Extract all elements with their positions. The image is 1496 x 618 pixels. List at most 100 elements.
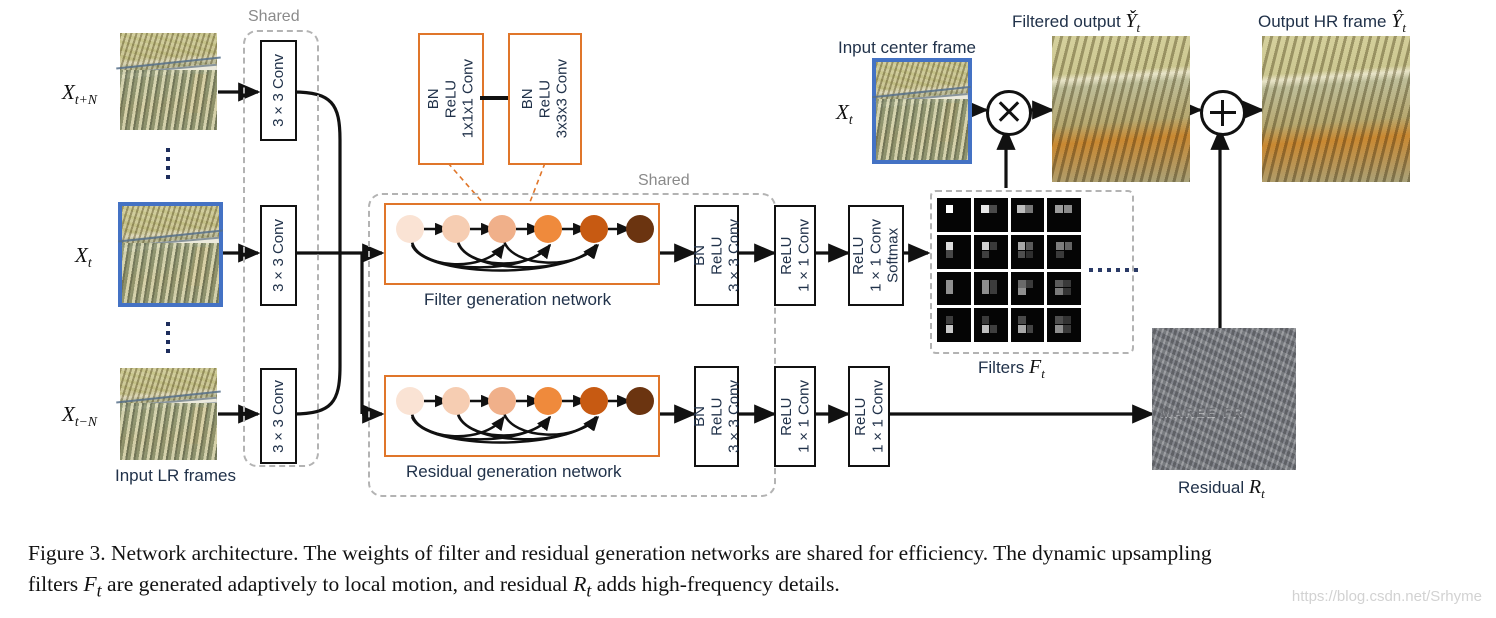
shared-generation-label: Shared xyxy=(638,172,690,189)
caption-line-1: Figure 3. Network architecture. The weig… xyxy=(28,541,1212,565)
dense-connections-filter xyxy=(410,222,632,272)
shared-conv-label: Shared xyxy=(248,8,300,25)
filter-conv-2-line-2: 1×1 Conv xyxy=(795,219,812,292)
filter-tile xyxy=(937,198,971,232)
input-center-frame-image xyxy=(872,58,972,164)
filter-tile xyxy=(973,234,1008,269)
frames-ellipsis-top xyxy=(166,148,170,179)
dense-node-3 xyxy=(488,387,516,415)
filter-conv-block-2: ReLU 1×1 Conv xyxy=(774,205,816,306)
filter-conv-2-line-1: ReLU xyxy=(777,236,795,275)
dense-node-3 xyxy=(488,215,516,243)
residual-label-math: Rt xyxy=(1248,476,1265,501)
input-center-frame-math: Xt xyxy=(836,100,853,128)
caption-l2-c: adds high-frequency details. xyxy=(591,572,840,597)
expanded-unit-connector xyxy=(480,96,508,100)
filter-tile xyxy=(973,198,1008,232)
filtered-output-label-text: Filtered output xyxy=(1012,12,1121,31)
expanded-unit-2-line-3: 3x3x3 Conv xyxy=(553,59,571,139)
expanded-unit-1-line-2: ReLU xyxy=(442,79,460,119)
expanded-unit-block-2: BN ReLU 3x3x3 Conv xyxy=(508,33,582,165)
filter-conv-1-line-1: BN xyxy=(690,245,708,266)
filter-conv-block-3: ReLU 1×1 Conv Softmax xyxy=(848,205,904,306)
output-hr-frame-math: Ŷt xyxy=(1391,10,1406,35)
residual-image-text: MAREE FR xyxy=(1160,404,1245,420)
conv-block-bottom: 3×3 Conv xyxy=(260,368,297,464)
output-hr-frame-image xyxy=(1262,36,1410,182)
residual-generation-network-block xyxy=(384,375,660,457)
filter-tile xyxy=(973,271,1008,306)
filter-tile xyxy=(1047,271,1081,306)
output-hr-frame-label: Output HR frame Ŷt xyxy=(1258,10,1406,36)
filter-conv-3-line-2: 1×1 Conv xyxy=(867,219,885,292)
residual-conv-2-line-1: ReLU xyxy=(777,397,795,436)
dense-node-5 xyxy=(580,387,608,415)
filters-grid xyxy=(937,198,1081,342)
filters-ellipsis xyxy=(1089,268,1138,272)
dense-node-2 xyxy=(442,387,470,415)
filter-conv-3-line-1: ReLU xyxy=(850,236,868,275)
caption-l2-a: filters xyxy=(28,572,84,597)
residual-generation-network-label: Residual generation network xyxy=(406,462,622,481)
filters-label-text: Filters xyxy=(978,358,1029,377)
dense-node-6 xyxy=(626,215,654,243)
dense-node-5 xyxy=(580,215,608,243)
filter-tile xyxy=(1047,198,1081,232)
input-frame-label-bottom: Xt−N xyxy=(62,402,97,430)
expanded-unit-1-line-3: 1x1x1 Conv xyxy=(459,59,477,139)
input-frame-label-top: Xt+N xyxy=(62,80,97,108)
dense-node-2 xyxy=(442,215,470,243)
residual-conv-1-line-3: 3×3 Conv xyxy=(725,380,743,453)
filtered-output-label: Filtered output Y̌t xyxy=(1012,10,1140,36)
figure-diagram: Xt+N Xt Xt−N Input LR frames Shared 3×3 … xyxy=(0,0,1496,520)
residual-image: MAREE FR xyxy=(1152,328,1296,470)
filter-tile xyxy=(1010,198,1045,232)
conv-block-center: 3×3 Conv xyxy=(260,205,297,306)
residual-label: Residual Rt xyxy=(1178,476,1265,502)
filters-label-math: Ft xyxy=(1029,356,1045,381)
dense-node-4 xyxy=(534,215,562,243)
filters-label: Filters Ft xyxy=(978,356,1045,382)
filter-conv-block-1: BN ReLU 3×3 Conv xyxy=(690,205,742,306)
caption-l2-b: are generated adaptively to local motion… xyxy=(101,572,574,597)
filter-conv-3-line-3: Softmax xyxy=(884,227,902,284)
caption-f-math: Ft xyxy=(83,572,102,601)
conv-block-bottom-line: 3×3 Conv xyxy=(269,379,287,453)
residual-conv-block-2: ReLU 1×1 Conv xyxy=(774,366,816,467)
conv-block-top-line: 3×3 Conv xyxy=(269,54,287,127)
filter-tile xyxy=(937,234,971,269)
expanded-unit-2-line-2: ReLU xyxy=(536,79,554,119)
filter-conv-1-line-2: ReLU xyxy=(707,236,725,275)
input-frame-bottom xyxy=(116,368,221,460)
dense-node-1 xyxy=(396,215,424,243)
filtered-output-image xyxy=(1052,36,1190,182)
dense-node-6 xyxy=(626,387,654,415)
filtered-output-math: Y̌t xyxy=(1125,10,1141,35)
residual-conv-3-line-1: ReLU xyxy=(851,397,869,436)
expanded-unit-2-line-1: BN xyxy=(519,88,537,110)
dense-connections-residual xyxy=(410,394,632,444)
watermark: https://blog.csdn.net/Srhyme xyxy=(1291,588,1482,605)
residual-conv-3-line-2: 1×1 Conv xyxy=(869,380,886,453)
residual-conv-1-line-1: BN xyxy=(690,406,708,427)
residual-conv-1-line-2: ReLU xyxy=(707,397,725,436)
filter-tile xyxy=(1047,308,1081,342)
dense-node-1 xyxy=(396,387,424,415)
filter-tile xyxy=(1047,234,1081,269)
caption-line-2: filters Ft are generated adaptively to l… xyxy=(28,569,1468,604)
filter-tile xyxy=(1010,308,1045,342)
caption-r-math: Rt xyxy=(573,572,592,601)
residual-conv-2-line-2: 1×1 Conv xyxy=(795,380,812,453)
multiply-operator xyxy=(986,90,1032,136)
frames-ellipsis-bottom xyxy=(166,322,170,353)
input-frame-label-center: Xt xyxy=(75,243,92,271)
input-frame-top xyxy=(116,33,221,130)
filter-tile xyxy=(973,308,1008,342)
residual-conv-block-3: ReLU 1×1 Conv xyxy=(848,366,890,467)
residual-label-text: Residual xyxy=(1178,478,1249,497)
add-operator xyxy=(1200,90,1246,136)
filter-tile xyxy=(1010,234,1045,269)
dense-node-4 xyxy=(534,387,562,415)
conv-block-top: 3×3 Conv xyxy=(260,40,297,141)
expanded-unit-block-1: BN ReLU 1x1x1 Conv xyxy=(418,33,484,165)
